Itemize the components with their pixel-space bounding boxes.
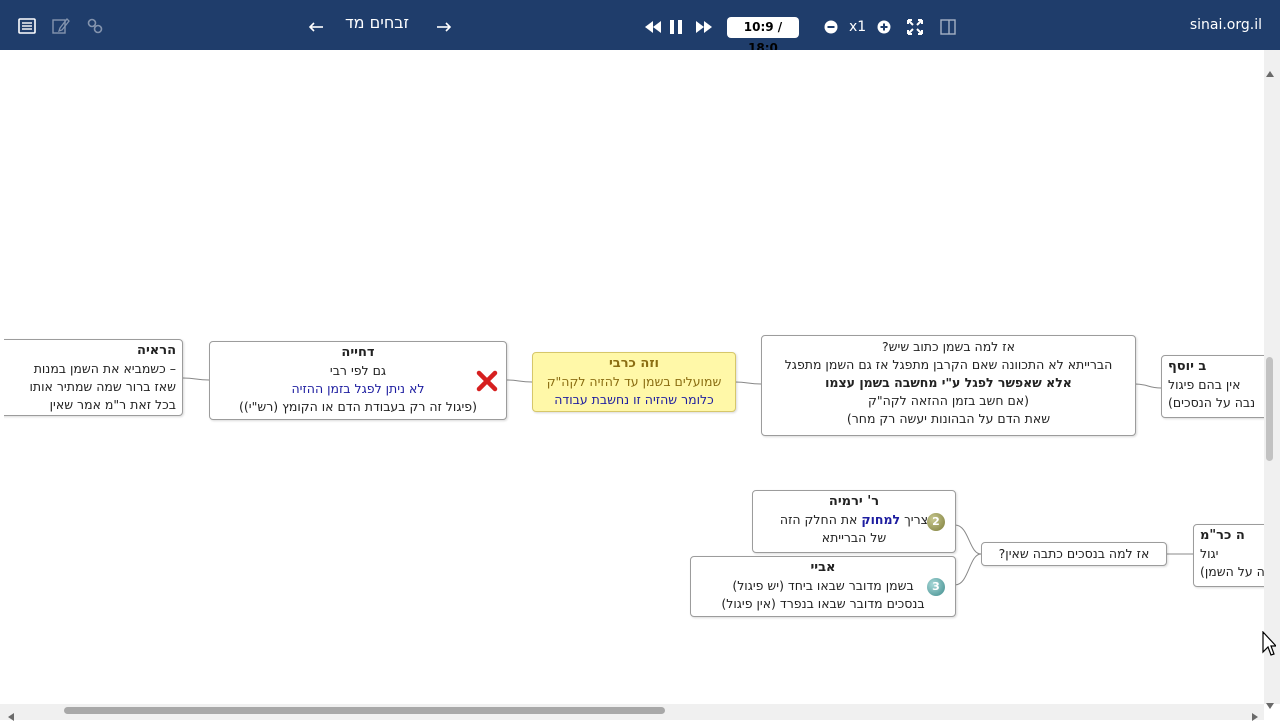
node-krm[interactable]: ה כר"מ יגול ה על השמן) xyxy=(1193,524,1264,587)
playback-time: 10:9 / 18:0 xyxy=(727,17,799,55)
node-text: שאז ברור שמה שמתיר אותו xyxy=(29,379,176,394)
node-dchiya[interactable]: דחייה גם לפי רבי לא ניתן לפגל בזמן ההזיה… xyxy=(209,341,507,420)
edit-icon[interactable] xyxy=(51,16,71,36)
node-text: בנסכים מדובר שבאו בנפרד (אין פיגול) xyxy=(721,596,925,611)
mindmap-canvas[interactable]: הראיה – כשמביא את השמן במנות שאז ברור שמ… xyxy=(4,50,1264,704)
node-vezeh-krabi[interactable]: וזה כרבי שמועלים בשמן עד להזיה לקה"ק כלו… xyxy=(532,352,736,412)
scroll-right-arrow-icon[interactable] xyxy=(1252,706,1258,725)
node-text: לא ניתן לפגל בזמן ההזיה xyxy=(291,381,425,396)
node-text: נבה על הנסכים) xyxy=(1168,395,1256,410)
node-text: – כשמביא את השמן במנות xyxy=(33,361,176,376)
list-icon[interactable] xyxy=(17,16,37,36)
zoom-level: x1 xyxy=(849,19,867,35)
scroll-up-arrow-icon[interactable] xyxy=(1266,62,1274,81)
node-title: אביי xyxy=(810,560,836,575)
prev-page-arrow-icon[interactable] xyxy=(305,18,327,36)
node-text: אז למה בשמן כתוב שיש? xyxy=(882,339,1015,354)
scroll-down-arrow-icon[interactable] xyxy=(1266,694,1274,713)
node-text: יגול xyxy=(1200,546,1219,561)
scroll-left-arrow-icon[interactable] xyxy=(8,706,14,725)
node-title: ה כר"מ xyxy=(1200,528,1245,543)
node-title: ב יוסף xyxy=(1168,359,1207,374)
node-abaye[interactable]: אביי בשמן מדובר שבאו ביחד (יש פיגול) בנס… xyxy=(690,556,956,617)
node-text: אין בהם פיגול xyxy=(1168,377,1241,392)
priority-2-badge-icon: 2 xyxy=(927,513,945,531)
zoom-out-icon[interactable] xyxy=(823,19,839,35)
node-title: דחייה xyxy=(341,345,375,360)
node-text: צריך למחוק את החלק הזה xyxy=(759,511,949,529)
node-text: גם לפי רבי xyxy=(329,363,387,378)
node-text-pre: צריך xyxy=(904,512,929,527)
node-text: אז למה בנסכים כתבה שאין? xyxy=(998,546,1150,561)
top-toolbar: זבחים מד 10:9 / 18:0 x1 sinai.org.il xyxy=(0,0,1280,55)
next-page-arrow-icon[interactable] xyxy=(433,18,455,36)
rewind-icon[interactable] xyxy=(643,17,663,37)
node-title: ר' ירמיה xyxy=(828,494,880,509)
priority-3-badge-icon: 3 xyxy=(927,578,945,596)
node-text: (אם חשב בזמן ההזאה לקה"ק xyxy=(867,393,1030,408)
node-az-lama-shemen[interactable]: אז למה בשמן כתוב שיש? הברייתא לא התכוונה… xyxy=(761,335,1136,436)
page-title: זבחים מד xyxy=(344,13,410,32)
node-text-post: את החלק הזה xyxy=(779,512,858,527)
zoom-in-icon[interactable] xyxy=(876,19,892,35)
node-text: (פיגול זה רק בעבודת הדם או הקומץ (רש"י)) xyxy=(239,399,477,414)
node-rav-yosef[interactable]: ב יוסף אין בהם פיגול נבה על הנסכים) xyxy=(1161,355,1264,418)
site-link[interactable]: sinai.org.il xyxy=(1190,17,1262,33)
node-text: שאת הדם על הבהונות יעשה רק מחר) xyxy=(846,411,1051,426)
node-text: בשמן מדובר שבאו ביחד (יש פיגול) xyxy=(732,578,914,593)
node-hareaya[interactable]: הראיה – כשמביא את השמן במנות שאז ברור שמ… xyxy=(4,339,183,416)
vertical-scroll-thumb[interactable] xyxy=(1266,357,1273,461)
reject-x-icon xyxy=(476,370,498,397)
pause-icon[interactable] xyxy=(666,17,686,37)
node-az-lama-nesachim[interactable]: אז למה בנסכים כתבה שאין? xyxy=(981,542,1167,566)
link-icon[interactable] xyxy=(85,16,105,36)
fullscreen-icon[interactable] xyxy=(905,17,925,37)
node-text: של הברייתא xyxy=(821,530,887,545)
node-text: כלומר שהזיה זו נחשבת עבודה xyxy=(554,392,714,407)
horizontal-scroll-thumb[interactable] xyxy=(64,707,665,714)
node-text: אלא שאפשר לפגל ע"י מחשבה בשמן עצמו xyxy=(825,375,1072,390)
node-r-yirmiya[interactable]: ר' ירמיה צריך למחוק את החלק הזה של הבריי… xyxy=(752,490,956,553)
split-view-icon[interactable] xyxy=(938,17,958,37)
mouse-cursor-icon xyxy=(1262,630,1278,661)
node-text: ה על השמן) xyxy=(1200,564,1264,579)
node-text: בכל זאת ר"מ אמר שאין xyxy=(49,397,176,412)
node-text-emphasis: למחוק xyxy=(861,512,901,527)
node-title: וזה כרבי xyxy=(608,356,660,371)
node-text: שמועלים בשמן עד להזיה לקה"ק xyxy=(546,374,722,389)
node-text: הברייתא לא התכוונה שאם הקרבן מתפגל אז גם… xyxy=(784,357,1113,372)
node-title: הראיה xyxy=(137,343,176,358)
fast-forward-icon[interactable] xyxy=(694,17,714,37)
